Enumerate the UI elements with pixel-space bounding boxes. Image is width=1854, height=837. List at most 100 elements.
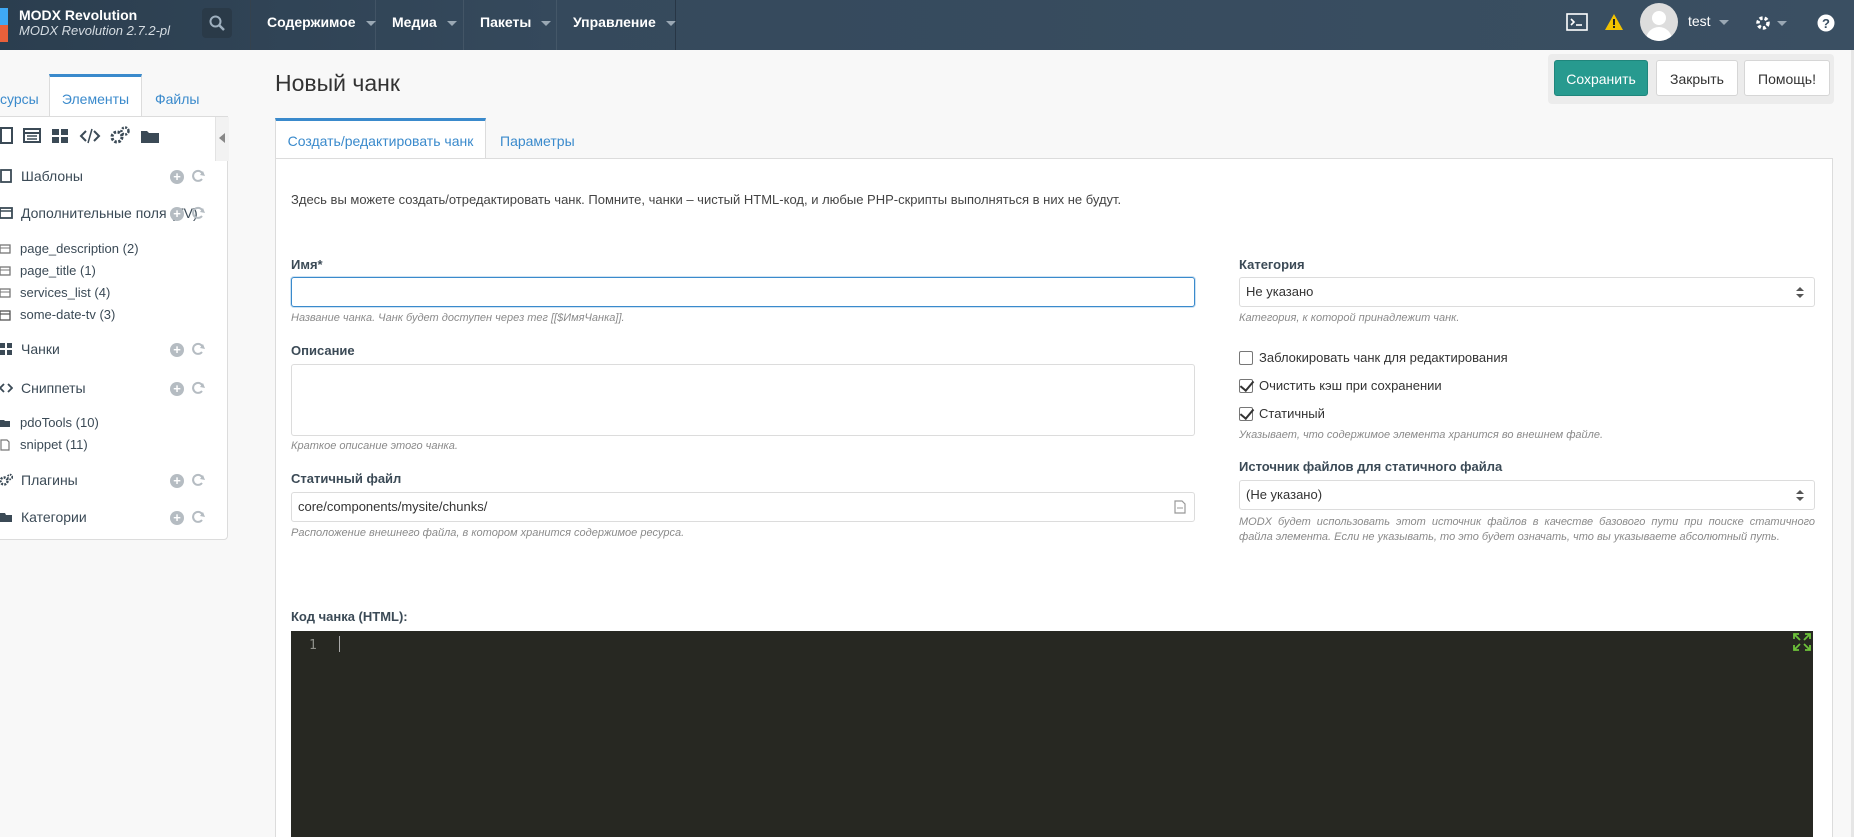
static-checkbox[interactable] bbox=[1239, 407, 1253, 421]
tree-section-templates[interactable]: Шаблоны + bbox=[0, 165, 215, 189]
close-button[interactable]: Закрыть bbox=[1656, 60, 1738, 96]
refresh-icon[interactable] bbox=[190, 168, 206, 184]
chevron-down-icon bbox=[541, 20, 552, 26]
add-icon[interactable]: + bbox=[170, 382, 184, 396]
add-icon[interactable]: + bbox=[170, 343, 184, 357]
tv-list-icon bbox=[0, 244, 11, 254]
tree-toolbar bbox=[0, 125, 219, 149]
chunk-icon bbox=[0, 343, 12, 355]
terminal-icon[interactable] bbox=[1566, 13, 1588, 31]
folder-icon[interactable] bbox=[139, 125, 161, 147]
static-file-value: core/components/mysite/chunks/ bbox=[298, 499, 488, 514]
tree-item-snippet[interactable]: snippet (11) bbox=[0, 435, 215, 455]
add-icon[interactable]: + bbox=[170, 170, 184, 184]
user-name: test bbox=[1688, 13, 1711, 29]
browse-file-icon[interactable] bbox=[1174, 500, 1186, 514]
tree-item-tv[interactable]: some-date-tv (3) bbox=[0, 305, 215, 325]
add-icon[interactable]: + bbox=[170, 474, 184, 488]
tree-section-label: Шаблоны bbox=[21, 168, 83, 184]
tree-section-categories[interactable]: Категории + bbox=[0, 506, 215, 530]
tree-section-snippets[interactable]: Сниппеты + bbox=[0, 377, 215, 401]
nav-packages[interactable]: Пакеты bbox=[463, 0, 557, 50]
chevron-left-icon bbox=[219, 133, 225, 143]
clear-cache-checkbox[interactable] bbox=[1239, 379, 1253, 393]
nav-content-label: Содержимое bbox=[267, 14, 356, 30]
search-icon bbox=[209, 15, 225, 31]
tree-section-tvs[interactable]: Дополнительные поля (TV) + bbox=[0, 202, 215, 226]
tab-parameters[interactable]: Параметры bbox=[500, 118, 600, 158]
chevron-down-icon bbox=[446, 20, 457, 26]
refresh-icon[interactable] bbox=[190, 205, 206, 221]
tree-item-snippet-category[interactable]: pdoTools (10) bbox=[0, 413, 215, 433]
tree-item-label: some-date-tv (3) bbox=[20, 307, 116, 322]
static-file-input[interactable]: core/components/mysite/chunks/ bbox=[291, 492, 1195, 522]
lock-checkbox[interactable] bbox=[1239, 351, 1253, 365]
template-icon[interactable] bbox=[21, 125, 43, 147]
refresh-icon[interactable] bbox=[190, 380, 206, 396]
tree-item-tv[interactable]: services_list (4) bbox=[0, 283, 215, 303]
lock-checkbox-label: Заблокировать чанк для редактирования bbox=[1259, 350, 1508, 365]
tv-list-icon bbox=[0, 288, 11, 298]
user-avatar[interactable] bbox=[1640, 3, 1678, 41]
tab-elements[interactable]: Элементы bbox=[49, 74, 142, 116]
static-file-help: Расположение внешнего файла, в котором х… bbox=[291, 527, 685, 539]
form-intro: Здесь вы можете создать/отредактировать … bbox=[291, 192, 1122, 207]
chunk-icon[interactable] bbox=[49, 125, 71, 147]
tree-item-label: page_title (1) bbox=[20, 263, 96, 278]
chevron-down-icon[interactable] bbox=[1777, 21, 1787, 26]
plugin-gears-icon[interactable] bbox=[109, 125, 131, 147]
source-label: Источник файлов для статичного файла bbox=[1239, 459, 1503, 474]
name-help: Название чанка. Чанк будет доступен чере… bbox=[291, 312, 625, 324]
fullscreen-icon[interactable] bbox=[1793, 633, 1811, 651]
tree-item-tv[interactable]: page_description (2) bbox=[0, 239, 215, 259]
refresh-icon[interactable] bbox=[190, 341, 206, 357]
tab-files[interactable]: Файлы bbox=[155, 74, 215, 116]
nav-media[interactable]: Медиа bbox=[375, 0, 465, 50]
tree-item-tv[interactable]: page_title (1) bbox=[0, 261, 215, 281]
modx-logo[interactable]: MODX Revolution MODX Revolution 2.7.2-pl bbox=[0, 0, 200, 50]
plugin-gears-icon bbox=[0, 473, 13, 486]
tab-resources[interactable]: сурсы bbox=[0, 74, 46, 116]
help-button[interactable]: Помощь! bbox=[1744, 60, 1830, 96]
nav-media-label: Медиа bbox=[392, 14, 437, 30]
static-checkbox-help: Указывает, что содержимое элемента храни… bbox=[1239, 429, 1604, 441]
refresh-icon[interactable] bbox=[190, 472, 206, 488]
save-button[interactable]: Сохранить bbox=[1554, 60, 1648, 96]
category-select[interactable]: Не указано bbox=[1239, 277, 1815, 307]
description-textarea[interactable] bbox=[291, 364, 1195, 436]
folder-icon bbox=[0, 420, 10, 427]
line-number: 1 bbox=[309, 638, 317, 653]
brand-name: MODX Revolution bbox=[19, 7, 138, 23]
action-buttons: Сохранить Закрыть Помощь! bbox=[1548, 54, 1834, 104]
name-label: Имя* bbox=[291, 257, 323, 272]
search-button[interactable] bbox=[202, 8, 232, 38]
category-help: Категория, к которой принадлежит чанк. bbox=[1239, 312, 1460, 324]
source-select[interactable]: (Не указано) bbox=[1239, 480, 1815, 510]
add-icon[interactable]: + bbox=[170, 207, 184, 221]
new-document-icon[interactable] bbox=[0, 125, 17, 147]
refresh-icon[interactable] bbox=[190, 509, 206, 525]
date-tv-icon bbox=[0, 310, 11, 321]
brand-version: MODX Revolution 2.7.2-pl bbox=[19, 23, 171, 38]
tree-section-plugins[interactable]: Плагины + bbox=[0, 469, 215, 493]
chevron-down-icon bbox=[1718, 19, 1729, 25]
add-icon[interactable]: + bbox=[170, 511, 184, 525]
code-label: Код чанка (HTML): bbox=[291, 609, 408, 624]
help-icon[interactable]: ? bbox=[1817, 14, 1835, 32]
source-help: MODX будет использовать этот источник фа… bbox=[1239, 516, 1815, 543]
code-icon[interactable] bbox=[79, 125, 101, 147]
warning-icon[interactable] bbox=[1605, 14, 1623, 30]
template-icon bbox=[0, 169, 12, 183]
name-input[interactable] bbox=[291, 277, 1195, 307]
tree-item-label: pdoTools (10) bbox=[20, 415, 99, 430]
code-editor[interactable]: 1 bbox=[291, 631, 1813, 837]
nav-manage[interactable]: Управление bbox=[556, 0, 676, 50]
description-help: Краткое описание этого чанка. bbox=[291, 440, 458, 452]
collapse-panel-handle[interactable] bbox=[215, 117, 229, 161]
tree-section-chunks[interactable]: Чанки + bbox=[0, 338, 215, 362]
tab-edit-chunk[interactable]: Создать/редактировать чанк bbox=[275, 118, 486, 158]
user-menu[interactable]: test bbox=[1688, 13, 1729, 29]
tree-section-label: Сниппеты bbox=[21, 380, 86, 396]
gear-icon[interactable] bbox=[1754, 14, 1772, 32]
nav-content[interactable]: Содержимое bbox=[250, 0, 376, 50]
